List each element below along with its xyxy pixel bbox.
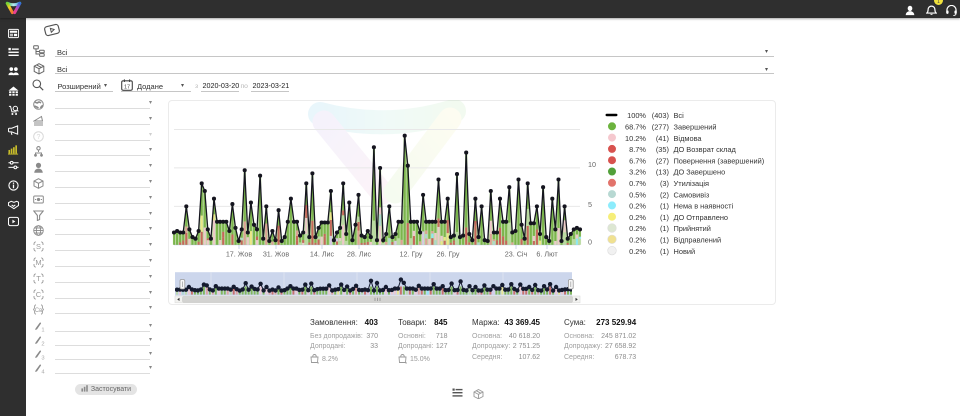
- svg-text:?: ?: [37, 134, 41, 141]
- svg-text:31. Жов: 31. Жов: [263, 249, 290, 258]
- svg-text:Повернення (завершений): Повернення (завершений): [674, 156, 765, 165]
- svg-text:(1): (1): [660, 213, 669, 222]
- svg-text:(277): (277): [652, 123, 669, 132]
- svg-text:x: x: [317, 360, 319, 364]
- svg-text:(1): (1): [660, 224, 669, 233]
- svg-text:ДО Отправлено: ДО Отправлено: [674, 213, 729, 222]
- svg-text:(35): (35): [656, 145, 669, 154]
- svg-text:68.7%: 68.7%: [625, 123, 646, 132]
- svg-text:Утилізація: Утилізація: [674, 179, 710, 188]
- svg-text:(41): (41): [656, 134, 669, 143]
- svg-text:(1): (1): [660, 202, 669, 211]
- svg-text:Відмова: Відмова: [674, 134, 703, 143]
- svg-text:(403): (403): [652, 111, 669, 120]
- svg-text:0.2%: 0.2%: [629, 213, 646, 222]
- svg-text:0.5%: 0.5%: [629, 190, 646, 199]
- svg-text:Прийнятий: Прийнятий: [674, 224, 711, 233]
- svg-text:(2): (2): [660, 190, 669, 199]
- svg-text:Самовивіз: Самовивіз: [674, 190, 710, 199]
- svg-text:28. Лис: 28. Лис: [347, 249, 372, 258]
- svg-text:17. Жов: 17. Жов: [226, 249, 253, 258]
- svg-text:ДО Завершено: ДО Завершено: [674, 168, 726, 177]
- svg-text:5: 5: [588, 200, 592, 209]
- svg-text:10.2%: 10.2%: [625, 134, 646, 143]
- svg-text:M: M: [35, 258, 41, 267]
- svg-text:Новий: Новий: [674, 247, 696, 256]
- svg-text:26. Гру: 26. Гру: [437, 249, 460, 258]
- svg-text:23. Січ: 23. Січ: [505, 249, 528, 258]
- svg-text:100%: 100%: [627, 111, 646, 120]
- svg-text:T: T: [36, 274, 41, 283]
- svg-text:ДО Возврат склад: ДО Возврат склад: [674, 145, 737, 154]
- svg-text:(1): (1): [660, 236, 669, 245]
- svg-text:0.2%: 0.2%: [629, 236, 646, 245]
- svg-text:14. Лис: 14. Лис: [310, 249, 335, 258]
- svg-text:(1): (1): [660, 247, 669, 256]
- svg-text:0.7%: 0.7%: [629, 179, 646, 188]
- svg-text:3: 3: [41, 356, 44, 362]
- svg-text:6. Лют: 6. Лют: [536, 249, 558, 258]
- svg-text:10: 10: [588, 160, 596, 169]
- svg-text:0: 0: [588, 238, 592, 247]
- svg-text:(27): (27): [656, 156, 669, 165]
- svg-text:(3): (3): [660, 179, 669, 188]
- svg-text:0.2%: 0.2%: [629, 247, 646, 256]
- svg-text:Відправлений: Відправлений: [674, 236, 722, 245]
- svg-text:2: 2: [41, 341, 44, 347]
- svg-text:0.2%: 0.2%: [629, 202, 646, 211]
- svg-text:3.2%: 3.2%: [629, 168, 646, 177]
- svg-text:S: S: [36, 242, 41, 251]
- svg-text:Всі: Всі: [674, 111, 685, 120]
- svg-text:Св: Св: [35, 308, 43, 314]
- svg-text:0.2%: 0.2%: [629, 224, 646, 233]
- svg-text:x: x: [405, 360, 407, 364]
- svg-text:8.7%: 8.7%: [629, 145, 646, 154]
- svg-text:Нема в наявності: Нема в наявності: [674, 202, 734, 211]
- svg-text:12. Гру: 12. Гру: [400, 249, 423, 258]
- svg-text:6.7%: 6.7%: [629, 156, 646, 165]
- svg-text:1: 1: [41, 327, 44, 333]
- svg-text:C: C: [36, 290, 42, 299]
- svg-text:Завершений: Завершений: [674, 123, 717, 132]
- svg-text:4: 4: [41, 370, 45, 376]
- svg-text:(13): (13): [656, 168, 669, 177]
